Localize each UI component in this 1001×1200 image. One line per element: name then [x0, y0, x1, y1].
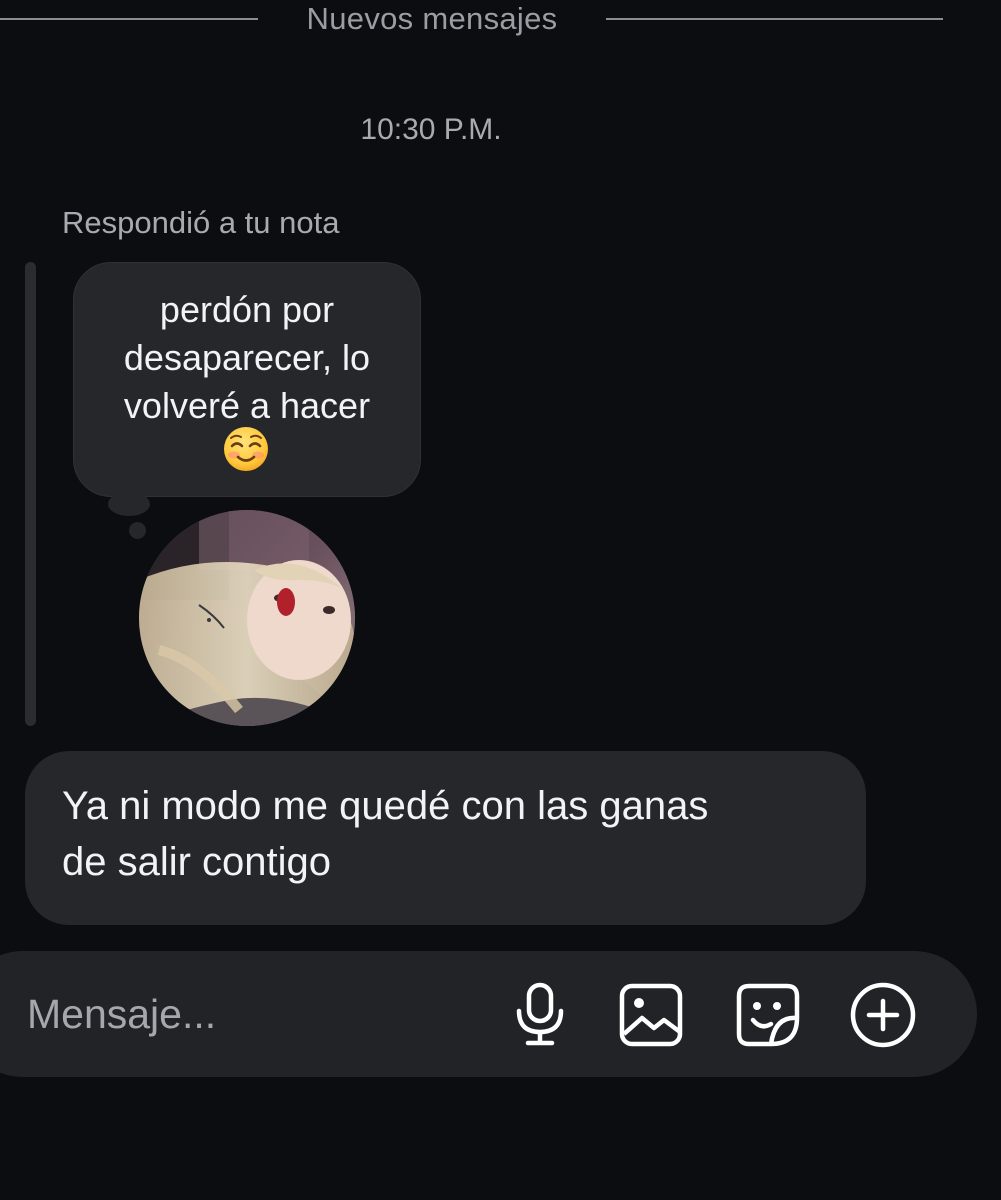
- plus-circle-icon[interactable]: [848, 980, 918, 1050]
- gallery-icon[interactable]: [616, 980, 686, 1050]
- new-messages-divider: Nuevos mensajes: [0, 0, 1001, 40]
- divider-line-right: [606, 18, 943, 20]
- smiling-blush-emoji-icon: [222, 425, 270, 473]
- divider-line-left: [0, 18, 258, 20]
- message-text: Ya ni modo me quedé con las ganas de sal…: [62, 778, 852, 890]
- chat-screen: Nuevos mensajes 10:30 P.M. Respondió a t…: [0, 0, 1001, 1200]
- note-text-line: perdón por: [159, 289, 335, 330]
- note-thought-dot-small: [129, 522, 146, 539]
- note-text: perdón por desaparecer, lo volveré a hac…: [73, 286, 421, 430]
- reply-indicator-bar: [25, 262, 36, 726]
- message-input[interactable]: [27, 986, 467, 1042]
- microphone-icon[interactable]: [505, 980, 575, 1050]
- sticker-icon[interactable]: [733, 980, 803, 1050]
- reply-caption: Respondió a tu nota: [62, 205, 340, 240]
- note-text-line: desaparecer, lo: [123, 337, 371, 378]
- message-text-line: Ya ni modo me quedé con las ganas: [62, 784, 709, 828]
- note-thought-dot-large: [108, 492, 150, 516]
- note-text-line: volveré a hacer: [123, 385, 371, 426]
- profile-photo-avatar[interactable]: [139, 510, 355, 726]
- message-timestamp: 10:30 P.M.: [360, 113, 502, 146]
- new-messages-label: Nuevos mensajes: [306, 1, 558, 36]
- message-text-line: de salir contigo: [62, 840, 332, 884]
